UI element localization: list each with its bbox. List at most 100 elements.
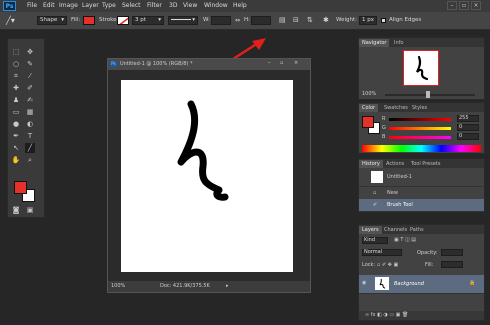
type-tool-icon[interactable]: T (25, 131, 35, 141)
stroke-swatch[interactable] (117, 16, 129, 25)
foreground-color-swatch[interactable] (14, 181, 27, 194)
color-fg-swatch[interactable] (362, 116, 374, 128)
eraser-icon[interactable]: ▭ (11, 107, 21, 117)
tab-color[interactable]: Color (359, 104, 379, 112)
doc-close-button[interactable]: × (294, 60, 298, 66)
quick-select-icon[interactable]: ✎ (25, 59, 35, 69)
path-operations-icon[interactable]: ▤ (279, 16, 286, 25)
navigator-zoom-handle[interactable] (426, 91, 430, 98)
green-value-field[interactable]: 0 (457, 124, 479, 131)
stroke-width-field[interactable]: 3 pt ▾ (132, 16, 164, 25)
document-title-bar[interactable]: Ps Untitled-1 @ 100% (RGB/8) * – ▫ × (108, 59, 310, 70)
path-select-icon[interactable]: ↖ (11, 143, 21, 153)
brush-tool-icon[interactable]: ✐ (25, 83, 35, 93)
line-tool-icon[interactable]: ╱ (25, 143, 35, 153)
lock-icons[interactable]: ▫ ✐ ✥ ▣ (377, 262, 398, 268)
green-slider[interactable] (389, 127, 451, 130)
screen-mode-icon[interactable]: ▣ (25, 205, 35, 215)
red-value-field[interactable]: 255 (457, 115, 479, 122)
history-snapshot[interactable]: Untitled-1 (359, 169, 484, 187)
menu-select[interactable]: Select (122, 1, 141, 11)
menu-file[interactable]: File (27, 1, 37, 11)
tab-tool-presets[interactable]: Tool Presets (408, 160, 444, 168)
quick-mask-icon[interactable]: ◙ (11, 205, 21, 215)
canvas[interactable] (121, 80, 293, 272)
close-button[interactable]: × (471, 1, 481, 10)
lasso-tool-icon[interactable]: ○ (11, 59, 21, 69)
menu-edit[interactable]: Edit (43, 1, 55, 11)
menu-help[interactable]: Help (233, 1, 247, 11)
menu-layer[interactable]: Layer (82, 1, 99, 11)
layer-filter-select[interactable]: Kind (362, 237, 388, 244)
healing-brush-icon[interactable]: ✚ (11, 83, 21, 93)
opacity-field[interactable] (441, 249, 463, 256)
eye-icon[interactable]: ◉ (362, 280, 366, 286)
history-brush-icon[interactable]: ✍ (25, 95, 35, 105)
color-ramp[interactable] (362, 145, 481, 152)
tab-channels[interactable]: Channels (381, 226, 410, 234)
link-icon[interactable]: ⇔ (235, 16, 240, 25)
pen-tool-icon[interactable]: ✒ (11, 131, 21, 141)
history-item-label: New (387, 190, 398, 196)
height-field[interactable] (251, 16, 271, 25)
ps-doc-icon: Ps (110, 61, 117, 67)
menu-view[interactable]: View (183, 1, 197, 11)
minimize-button[interactable]: – (447, 1, 457, 10)
gradient-icon[interactable]: ▦ (25, 107, 35, 117)
navigator-thumbnail-drawing (416, 55, 429, 81)
tab-styles[interactable]: Styles (409, 104, 430, 112)
layer-row-background[interactable]: ◉ Background 🔒 (359, 275, 484, 294)
marquee-tool-icon[interactable]: ⬚ (11, 47, 21, 57)
doc-maximize-button[interactable]: ▫ (280, 60, 283, 66)
status-menu-arrow-icon[interactable]: ▸ (226, 283, 229, 289)
gear-icon[interactable]: ✱ (323, 16, 329, 25)
path-arrangement-icon[interactable]: ⇅ (307, 16, 313, 25)
layer-thumbnail (375, 277, 389, 290)
menu-filter[interactable]: Filter (147, 1, 162, 11)
tool-mode-select[interactable]: Shape ▾ (37, 16, 67, 25)
menu-window[interactable]: Window (204, 1, 228, 11)
layer-fill-field[interactable] (441, 261, 463, 268)
menu-3d[interactable]: 3D (169, 1, 177, 11)
move-tool-icon[interactable]: ✥ (25, 47, 35, 57)
zoom-tool-icon[interactable]: ⌕ (25, 155, 35, 165)
tab-swatches[interactable]: Swatches (381, 104, 411, 112)
navigator-thumbnail[interactable] (403, 50, 439, 86)
red-slider[interactable] (389, 118, 451, 121)
tab-paths[interactable]: Paths (407, 226, 427, 234)
blue-slider[interactable] (389, 136, 451, 139)
navigator-zoom-slider[interactable] (385, 94, 475, 96)
hand-tool-icon[interactable]: ✋ (11, 155, 21, 165)
doc-minimize-button[interactable]: – (268, 60, 271, 66)
blue-channel-label: B (382, 134, 386, 140)
fill-swatch[interactable] (83, 16, 95, 25)
menu-image[interactable]: Image (59, 1, 78, 11)
history-item-brush-tool[interactable]: ✐ Brush Tool (359, 199, 484, 212)
tab-history[interactable]: History (359, 160, 383, 168)
stroke-type-select[interactable]: ▾ (168, 16, 198, 25)
path-alignment-icon[interactable]: ⊟ (293, 16, 299, 25)
width-field[interactable] (211, 16, 231, 25)
blur-tool-icon[interactable]: ● (11, 119, 21, 129)
height-label: H: (244, 17, 250, 23)
eyedropper-icon[interactable]: ⁄ (25, 71, 35, 81)
dodge-tool-icon[interactable]: ◐ (25, 119, 35, 129)
blue-value-field[interactable]: 0 (457, 133, 479, 140)
tab-actions[interactable]: Actions (383, 160, 407, 168)
layer-actions-icons[interactable]: ∞ fx ◧ ◑ ▭ ▣ 🗑 (365, 312, 408, 318)
align-edges-checkbox[interactable] (381, 18, 386, 23)
zoom-level[interactable]: 100% (111, 283, 125, 289)
crop-tool-icon[interactable]: ⌗ (11, 71, 21, 81)
color-tabs: Color Swatches Styles (359, 103, 484, 112)
filter-icons[interactable]: ▣ T ◫ ▤ (394, 237, 416, 243)
clone-stamp-icon[interactable]: ♟ (11, 95, 21, 105)
weight-field[interactable]: 1 px (359, 16, 377, 25)
blend-mode-select[interactable]: Normal (362, 249, 402, 256)
tab-info[interactable]: Info (391, 39, 406, 47)
maximize-button[interactable]: ▫ (459, 1, 469, 10)
menu-type[interactable]: Type (102, 1, 116, 11)
tab-navigator[interactable]: Navigator (359, 39, 390, 47)
navigator-zoom[interactable]: 100% (362, 91, 376, 97)
tab-layers[interactable]: Layers (359, 226, 382, 234)
pen-tool-icon[interactable]: ╱▾ (6, 16, 15, 25)
